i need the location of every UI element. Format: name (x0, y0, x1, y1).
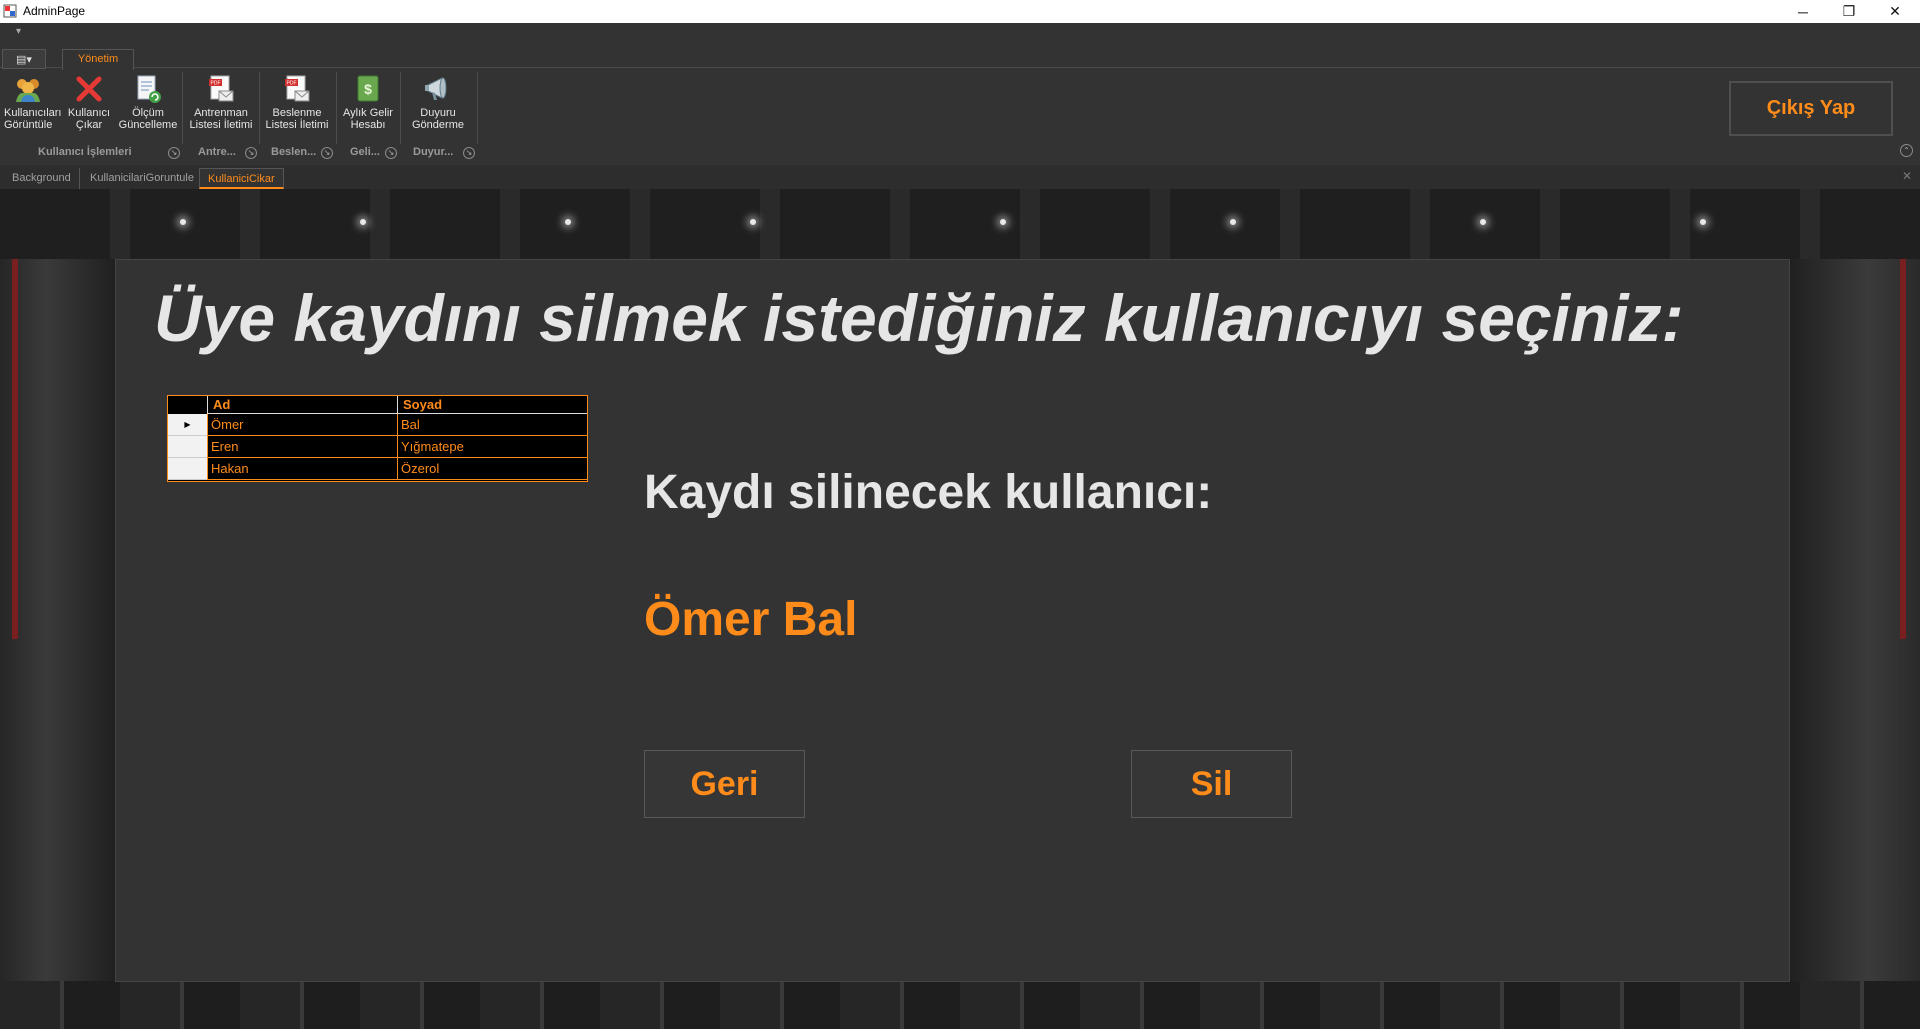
svg-text:PDF: PDF (287, 81, 297, 87)
cell-ad[interactable]: Hakan (207, 458, 397, 480)
row-header[interactable]: ▶ (168, 414, 207, 436)
training-list-send-label: Antrenman Listesi İletimi (189, 107, 253, 131)
ribbon-separator (477, 72, 478, 144)
row-header[interactable] (168, 458, 207, 480)
restore-button[interactable]: ❐ (1826, 0, 1872, 23)
group-launcher-icon[interactable]: ↘ (385, 147, 397, 159)
column-header-soyad[interactable]: Soyad (397, 396, 587, 414)
grid-corner (168, 396, 207, 414)
page-title: Üye kaydını silmek istediğiniz kullanıcı… (154, 281, 1684, 355)
pdf-mail-icon: PDF (209, 75, 234, 102)
cell-soyad[interactable]: Özerol (397, 458, 587, 480)
group-launcher-icon[interactable]: ↘ (463, 147, 475, 159)
user-to-delete-label: Kaydı silinecek kullanıcı: (644, 466, 1213, 519)
app-icon (3, 4, 17, 18)
group-label-income: Geli... (350, 146, 380, 158)
close-button[interactable]: ✕ (1872, 0, 1918, 23)
red-x-icon (76, 76, 102, 102)
cell-soyad[interactable]: Yığmatepe (397, 436, 587, 458)
svg-text:$: $ (364, 81, 372, 97)
cell-ad[interactable]: Ömer (207, 414, 397, 436)
group-launcher-icon[interactable]: ↘ (321, 147, 333, 159)
announcement-send-button[interactable]: Duyuru Gönderme (406, 70, 470, 140)
logout-button[interactable]: Çıkış Yap (1729, 81, 1893, 136)
nutrition-list-send-button[interactable]: PDF Beslenme Listesi İletimi (264, 70, 330, 140)
ribbon-separator (400, 72, 401, 144)
remove-user-panel: Üye kaydını silmek istediğiniz kullanıcı… (115, 259, 1790, 982)
monthly-income-label: Aylık Gelir Hesabı (343, 107, 393, 131)
back-button[interactable]: Geri (644, 750, 805, 818)
group-label-training: Antre... (198, 146, 236, 158)
window-title: AdminPage (23, 4, 86, 18)
collapse-ribbon-icon[interactable]: ⌃ (1900, 144, 1913, 157)
remove-user-label: Kullanıcı Çıkar (67, 107, 111, 131)
delete-button[interactable]: Sil (1131, 750, 1292, 818)
training-list-send-button[interactable]: PDF Antrenman Listesi İletimi (188, 70, 254, 140)
tab-kullanici-cikar[interactable]: KullaniciCikar (199, 168, 284, 189)
app-menu-button[interactable]: ▤▾ (2, 49, 46, 69)
tab-background[interactable]: Background (4, 168, 80, 189)
group-launcher-icon[interactable]: ↘ (245, 147, 257, 159)
close-tab-icon[interactable]: ✕ (1902, 169, 1912, 183)
ribbon-tabstrip (0, 47, 1920, 68)
nutrition-list-send-label: Beslenme Listesi İletimi (265, 107, 329, 131)
cell-ad[interactable]: Eren (207, 436, 397, 458)
selected-user-name: Ömer Bal (644, 593, 858, 646)
money-book-icon: $ (357, 75, 379, 102)
users-grid[interactable]: Ad Soyad ▶ Ömer Bal Eren Yığmatepe Hakan… (167, 395, 588, 482)
view-users-label: Kullanıcıları Görüntüle (4, 107, 62, 131)
group-label-user-ops: Kullanıcı İşlemleri (38, 146, 132, 158)
ribbon: ▾ ▤▾ Yönetim Kullanıcıları Görüntüle Kul… (0, 23, 1920, 165)
tab-kullanicilari-goruntule[interactable]: KullanicilariGoruntule (82, 168, 203, 189)
view-users-button[interactable]: Kullanıcıları Görüntüle (4, 70, 61, 140)
tab-yonetim[interactable]: Yönetim (62, 49, 134, 70)
ribbon-separator (259, 72, 260, 144)
group-label-nutrition: Beslen... (271, 146, 317, 158)
measurement-update-label: Ölçüm Güncelleme (118, 107, 178, 131)
announcement-send-label: Duyuru Gönderme (412, 107, 464, 131)
users-icon (16, 79, 40, 102)
group-label-announcement: Duyur... (413, 146, 454, 158)
window-title-bar: AdminPage ─ ❐ ✕ (0, 0, 1920, 23)
group-launcher-icon[interactable]: ↘ (168, 147, 180, 159)
monthly-income-button[interactable]: $ Aylık Gelir Hesabı (342, 70, 394, 140)
quick-access-toolbar-dropdown[interactable]: ▾ (16, 26, 21, 37)
measurement-update-button[interactable]: Ölçüm Güncelleme (118, 70, 178, 140)
row-header[interactable] (168, 436, 207, 458)
ribbon-separator (336, 72, 337, 144)
remove-user-button[interactable]: Kullanıcı Çıkar (65, 70, 113, 140)
document-refresh-icon (137, 75, 161, 103)
column-header-ad[interactable]: Ad (207, 396, 397, 414)
document-tabs: Background KullanicilariGoruntule Kullan… (0, 165, 1920, 189)
minimize-button[interactable]: ─ (1780, 0, 1826, 23)
megaphone-icon (425, 77, 447, 100)
cell-soyad[interactable]: Bal (397, 414, 587, 436)
pdf-mail-icon: PDF (285, 75, 310, 102)
svg-text:PDF: PDF (211, 81, 221, 87)
ribbon-separator (182, 72, 183, 144)
